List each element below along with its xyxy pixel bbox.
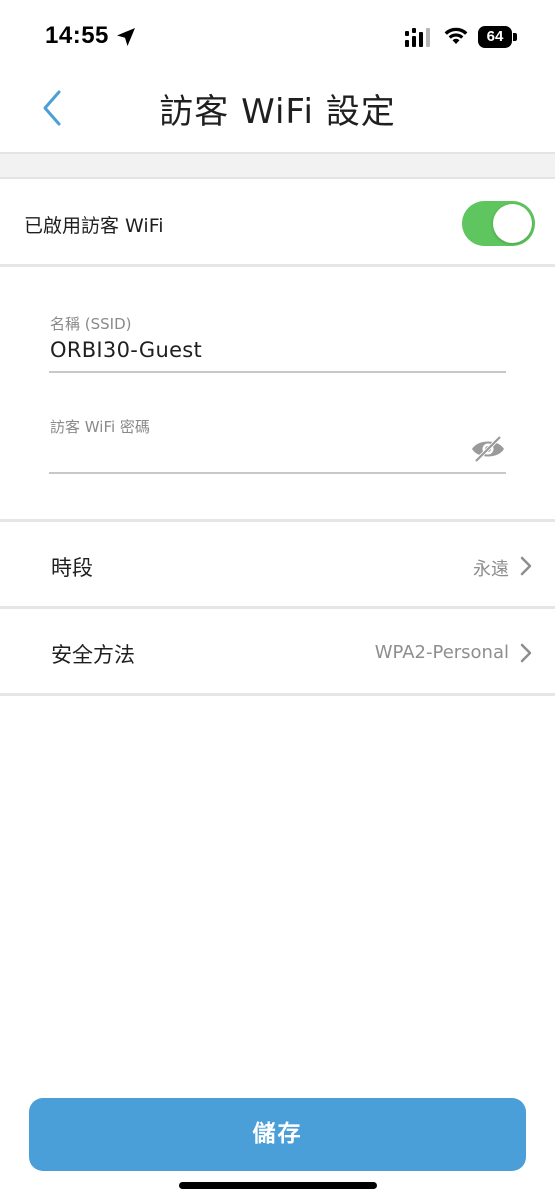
wifi-form: 名稱 (SSID) ORBI30-Guest 訪客 WiFi 密碼 xyxy=(0,267,555,522)
page-title: 訪客 WiFi 設定 xyxy=(159,92,396,132)
toggle-knob xyxy=(493,204,532,243)
guest-wifi-toggle-label: 已啟用訪客 WiFi xyxy=(24,215,164,237)
home-indicator xyxy=(179,1182,377,1189)
hide-password-eye-icon[interactable] xyxy=(470,434,506,464)
status-bar: 14:55 64 xyxy=(0,0,555,74)
location-arrow-icon xyxy=(117,28,135,46)
schedule-value: 永遠 xyxy=(473,559,509,580)
section-separator xyxy=(0,152,555,179)
guest-wifi-toggle[interactable] xyxy=(462,201,535,246)
battery-icon: 64 xyxy=(478,26,518,48)
security-method-row[interactable]: 安全方法 WPA2-Personal xyxy=(0,609,555,696)
password-label: 訪客 WiFi 密碼 xyxy=(50,418,150,436)
cellular-signal-icon xyxy=(405,28,430,47)
wifi-icon xyxy=(444,27,468,44)
ssid-field[interactable]: ORBI30-Guest xyxy=(50,338,202,362)
status-time: 14:55 xyxy=(45,22,109,49)
chevron-right-icon xyxy=(520,556,532,576)
schedule-row[interactable]: 時段 永遠 xyxy=(0,522,555,609)
security-method-value: WPA2-Personal xyxy=(374,642,509,663)
security-method-label: 安全方法 xyxy=(51,643,135,667)
navigation-bar: 訪客 WiFi 設定 xyxy=(0,74,555,152)
guest-wifi-toggle-row: 已啟用訪客 WiFi xyxy=(0,179,555,267)
ssid-label: 名稱 (SSID) xyxy=(50,315,132,333)
save-button[interactable]: 儲存 xyxy=(29,1098,526,1171)
password-underline xyxy=(49,472,506,474)
ssid-underline xyxy=(49,371,506,373)
chevron-right-icon xyxy=(520,643,532,663)
schedule-label: 時段 xyxy=(51,556,93,580)
battery-level: 64 xyxy=(478,26,512,48)
battery-tip xyxy=(513,33,517,41)
